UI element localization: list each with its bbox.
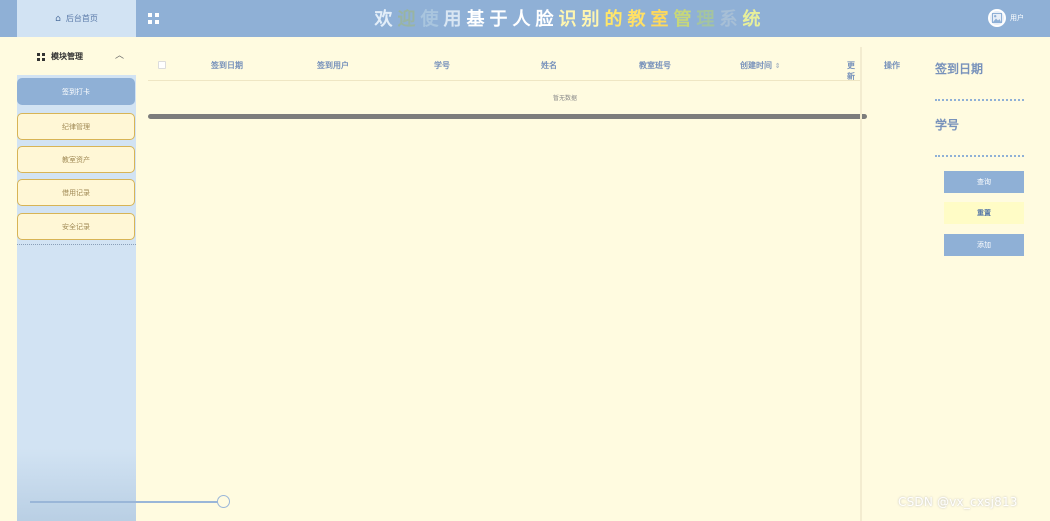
user-menu[interactable]: 用户 <box>988 9 1024 27</box>
title-char: 统 <box>742 9 761 30</box>
avatar-icon <box>988 9 1006 27</box>
column-header-created-at[interactable]: 创建时间 ⇕ <box>740 60 781 71</box>
column-header-name[interactable]: 姓名 <box>541 60 557 71</box>
column-header-actions: 操作 <box>884 61 900 70</box>
user-label: 用户 <box>1010 14 1024 22</box>
select-all-checkbox[interactable] <box>158 61 166 69</box>
menu-toggle-grid-icon[interactable] <box>148 13 159 24</box>
column-header-classroom-no[interactable]: 教室班号 <box>639 60 671 71</box>
page-title: 欢迎使用基于人脸识别的教室管理系统 <box>372 6 763 30</box>
title-char: 欢 <box>374 9 393 30</box>
fixed-column-divider <box>860 47 862 521</box>
title-char: 迎 <box>397 9 416 30</box>
home-label: 后台首页 <box>65 14 98 23</box>
title-char: 人 <box>512 9 531 30</box>
query-button[interactable]: 查询 <box>944 171 1024 193</box>
title-char: 用 <box>443 9 462 30</box>
title-char: 教 <box>627 9 646 30</box>
sidebar-item-discipline[interactable]: 纪律管理 <box>17 113 135 140</box>
chevron-up-icon[interactable]: ︿ <box>115 48 124 61</box>
search-input-student-id[interactable] <box>935 153 1024 157</box>
watermark: CSDN @vx_cxsj813 <box>898 495 1018 509</box>
column-header-checkin-date[interactable]: 签到日期 <box>211 60 243 71</box>
sidebar-group-module-management[interactable]: 模块管理 ︿ <box>17 37 136 75</box>
search-input-checkin-date[interactable] <box>935 97 1024 101</box>
horizontal-scrollbar[interactable] <box>148 114 867 119</box>
table-header-row: 签到日期 签到用户 学号 姓名 教室班号 创建时间 ⇕ 更新 <box>148 47 860 81</box>
checkin-table: 签到日期 签到用户 学号 姓名 教室班号 创建时间 ⇕ 更新 <box>148 47 860 81</box>
title-char: 管 <box>673 9 692 30</box>
title-char: 使 <box>420 9 439 30</box>
add-button[interactable]: 添加 <box>944 234 1024 256</box>
sidebar-item-safety-records[interactable]: 安全记录 <box>17 213 135 240</box>
top-bar: ⌂ 后台首页 欢迎使用基于人脸识别的教室管理系统 用户 <box>0 0 1050 37</box>
slider-track[interactable] <box>30 501 220 503</box>
search-label-checkin-date: 签到日期 <box>935 62 984 76</box>
column-header-checkin-user[interactable]: 签到用户 <box>317 60 349 71</box>
reset-button[interactable]: 重置 <box>944 202 1024 224</box>
column-header-updated-at[interactable]: 更新 <box>847 60 860 82</box>
title-char: 于 <box>489 9 508 30</box>
home-icon: ⌂ <box>55 13 61 24</box>
title-char: 识 <box>558 9 577 30</box>
column-header-student-id[interactable]: 学号 <box>434 60 450 71</box>
sidebar-item-classroom-assets[interactable]: 教室资产 <box>17 146 135 173</box>
sidebar: 模块管理 ︿ 签到打卡 纪律管理 教室资产 借用记录 安全记录 <box>17 37 136 521</box>
sort-icon[interactable]: ⇕ <box>775 62 781 70</box>
sidebar-group-label: 模块管理 <box>51 52 83 61</box>
column-header-created-at-label: 创建时间 <box>740 61 772 70</box>
home-link[interactable]: ⌂ 后台首页 <box>17 0 136 37</box>
grid-icon <box>37 53 46 61</box>
slider-handle[interactable] <box>217 495 230 508</box>
sidebar-item-checkin[interactable]: 签到打卡 <box>17 78 135 105</box>
search-label-student-id: 学号 <box>935 118 960 132</box>
title-char: 的 <box>604 9 623 30</box>
title-char: 基 <box>466 9 485 30</box>
title-char: 别 <box>581 9 600 30</box>
title-char: 理 <box>696 9 715 30</box>
title-char: 系 <box>719 9 738 30</box>
sidebar-item-borrow-records[interactable]: 借用记录 <box>17 179 135 206</box>
empty-state-text: 暂无数据 <box>553 95 578 102</box>
title-char: 室 <box>650 9 669 30</box>
sidebar-divider <box>17 244 136 245</box>
title-char: 脸 <box>535 9 554 30</box>
